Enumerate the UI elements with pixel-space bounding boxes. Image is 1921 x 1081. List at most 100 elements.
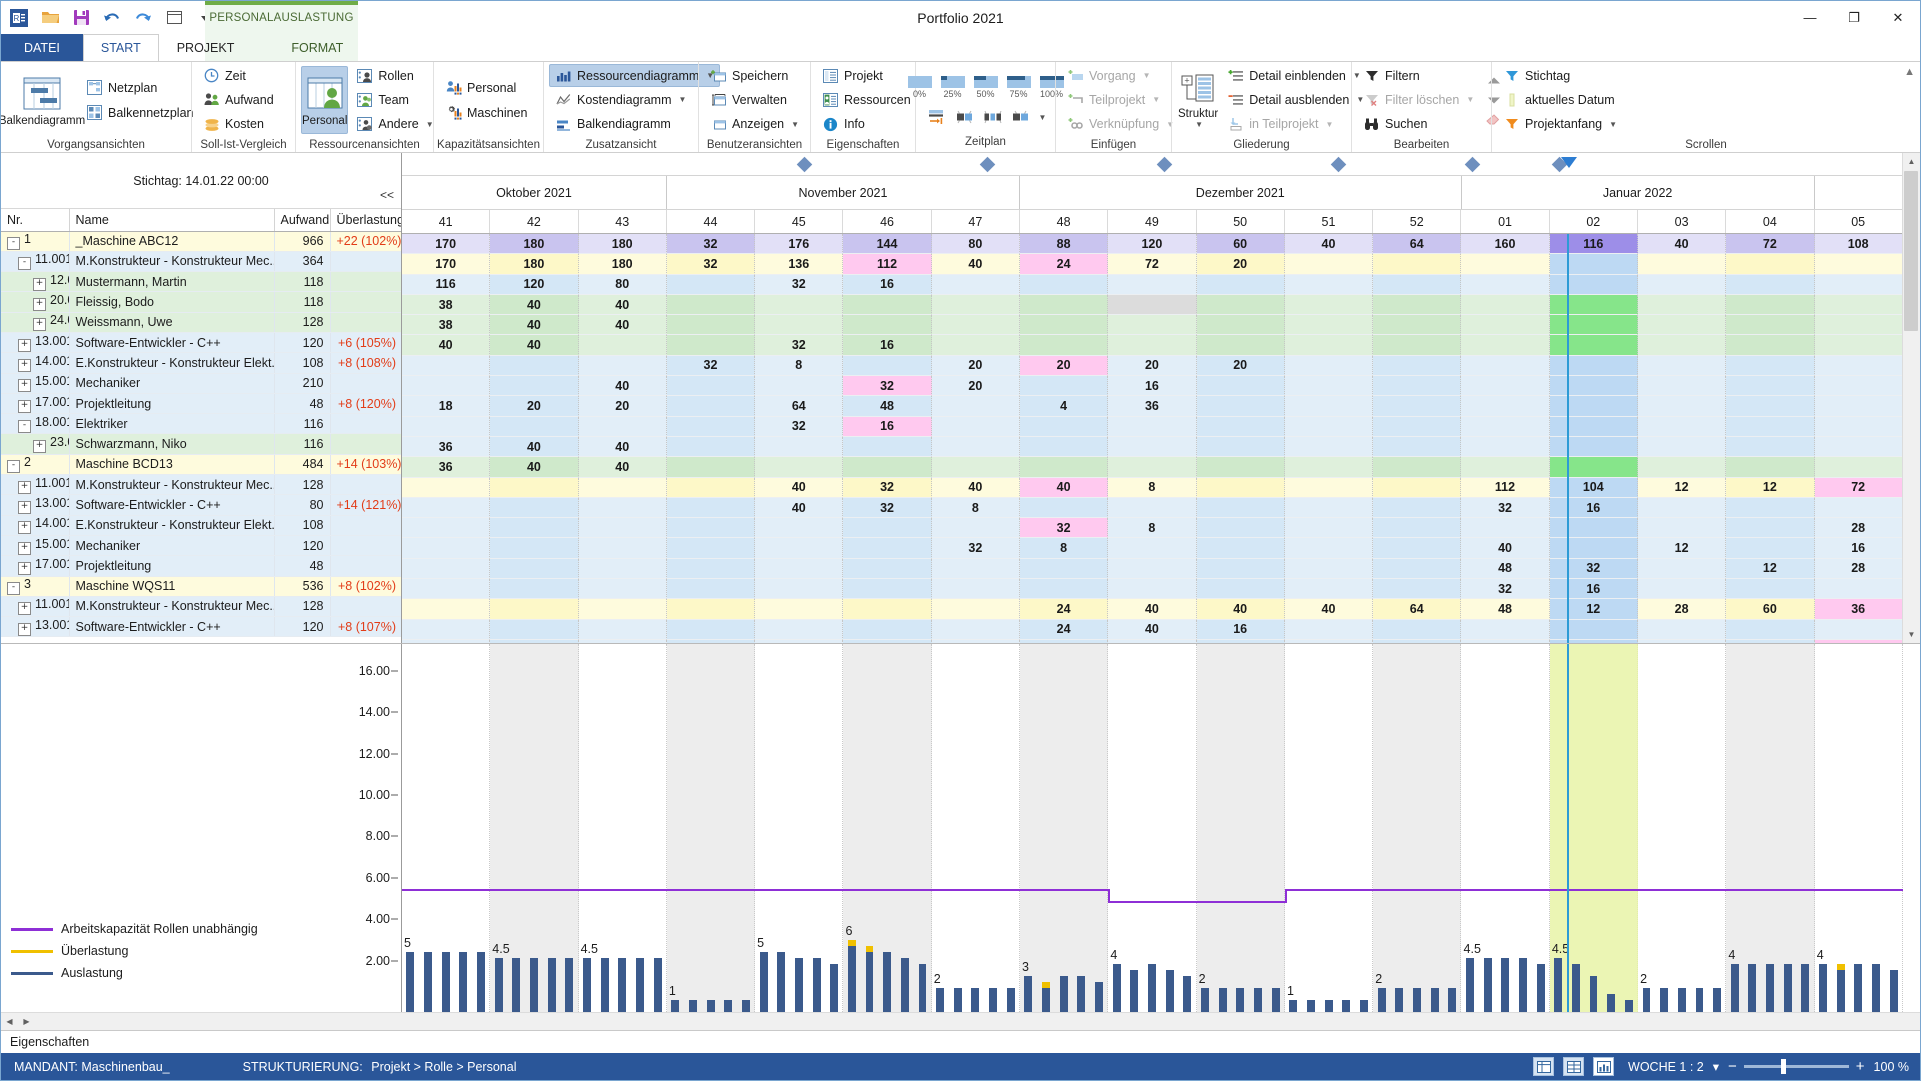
timeline-cell[interactable]: 40 xyxy=(1284,234,1374,255)
tab-format[interactable]: FORMAT xyxy=(273,34,361,61)
timeline-cell[interactable] xyxy=(1461,274,1550,295)
timeline-cell[interactable]: 24 xyxy=(1019,599,1109,620)
timeline-cell[interactable] xyxy=(1196,274,1285,295)
timeline-cell[interactable]: 32 xyxy=(1461,579,1550,600)
timeline-cell[interactable] xyxy=(666,579,756,600)
timeline-cell[interactable] xyxy=(1373,315,1462,336)
collapse-toggle-icon[interactable]: - xyxy=(7,460,20,474)
chevron-down-icon[interactable]: ▼ xyxy=(1326,120,1334,129)
tab-projekt[interactable]: PROJEKT xyxy=(159,34,253,61)
timeline-cell[interactable] xyxy=(490,538,579,559)
table-row[interactable]: +20.01Fleissig, Bodo118 xyxy=(1,291,401,313)
timeline-cell[interactable] xyxy=(843,558,932,580)
timeline-cell[interactable]: 136 xyxy=(755,254,844,275)
timeline-cell[interactable]: 40 xyxy=(578,315,667,336)
save-icon[interactable] xyxy=(70,7,92,29)
timeline-cell[interactable] xyxy=(931,457,1020,478)
table-row[interactable]: -1 _Maschine ABC12 966 +22 (102%) xyxy=(1,231,401,252)
timeline-cell[interactable] xyxy=(402,518,491,539)
timeline-cell[interactable] xyxy=(1196,376,1285,397)
team-button[interactable]: Team xyxy=(350,88,439,111)
timeline-cell[interactable] xyxy=(931,294,1020,316)
timeline-cell[interactable]: 16 xyxy=(1549,579,1638,600)
timeline-cell[interactable] xyxy=(1373,497,1462,519)
expand-toggle-icon[interactable]: + xyxy=(18,399,31,413)
tab-datei[interactable]: DATEI xyxy=(1,34,83,61)
timeline-cell[interactable]: 120 xyxy=(1108,234,1197,255)
timeline-cell[interactable] xyxy=(1373,538,1462,559)
timeline-cell[interactable] xyxy=(1726,619,1815,640)
timeline-cell[interactable]: 40 xyxy=(490,457,579,478)
timeline-cell[interactable]: 8 xyxy=(755,355,844,377)
timeline-cell[interactable] xyxy=(1196,457,1285,478)
timeline-cell[interactable] xyxy=(1019,579,1109,600)
collapse-toggle-icon[interactable]: - xyxy=(7,582,20,596)
scroll-thumb[interactable] xyxy=(1904,171,1918,331)
timeline-cell[interactable] xyxy=(1373,396,1462,417)
timeline-cell[interactable] xyxy=(578,579,667,600)
personal-view-button[interactable]: Personal xyxy=(301,66,349,134)
timeline-cell[interactable] xyxy=(1284,497,1374,519)
timeline-cell[interactable] xyxy=(1108,294,1197,316)
zoom-slider[interactable]: − + xyxy=(1728,1058,1865,1075)
timeline-cell[interactable] xyxy=(666,538,756,559)
close-button[interactable]: ✕ xyxy=(1876,1,1920,34)
filter-loeschen-button[interactable]: Filter löschen ▼ xyxy=(1357,88,1480,111)
timeline-cell[interactable] xyxy=(402,497,491,519)
timeline-cell[interactable] xyxy=(1373,335,1462,356)
tab-start[interactable]: START xyxy=(82,34,159,61)
stichtag-button[interactable]: Stichtag xyxy=(1497,64,1623,87)
timeline-cell[interactable] xyxy=(1196,436,1285,458)
timeline-cell[interactable]: 16 xyxy=(1108,376,1197,397)
timeline-cell[interactable]: 12 xyxy=(1726,558,1815,580)
timeline-cell[interactable] xyxy=(666,477,756,498)
timeline-cell[interactable]: 24 xyxy=(1019,619,1109,640)
timeline-cell[interactable]: 12 xyxy=(1637,538,1727,559)
open-folder-icon[interactable] xyxy=(39,7,61,29)
timeline-cell[interactable]: 144 xyxy=(843,234,932,255)
timeline-cell[interactable] xyxy=(1549,436,1638,458)
projektanfang-button[interactable]: Projektanfang ▼ xyxy=(1497,113,1623,136)
timeline-cell[interactable] xyxy=(843,355,932,377)
col-header-nr[interactable]: Nr. xyxy=(1,209,70,232)
detail-einblenden-button[interactable]: Detail einblenden ▼ xyxy=(1221,64,1370,87)
table-row[interactable]: -2 Maschine BCD13 484 +14 (103%) xyxy=(1,454,401,476)
timeline-cell[interactable] xyxy=(1196,538,1285,559)
undo-icon[interactable] xyxy=(101,7,123,29)
timeline-cell[interactable] xyxy=(1196,335,1285,356)
expand-toggle-icon[interactable]: + xyxy=(18,622,31,636)
timeline-cell[interactable]: 72 xyxy=(1726,234,1815,255)
timeline-cell[interactable]: 48 xyxy=(1461,558,1550,580)
timeline-cell[interactable]: 16 xyxy=(843,416,932,437)
chevron-down-icon[interactable]: ▼ xyxy=(1039,113,1047,122)
timeline-cell[interactable]: 116 xyxy=(1549,234,1638,255)
redo-icon[interactable] xyxy=(132,7,154,29)
timeline-cell[interactable] xyxy=(402,538,491,559)
timeline-cell[interactable] xyxy=(1284,477,1374,498)
timeline-cell[interactable] xyxy=(402,376,491,397)
timeline-cell[interactable] xyxy=(666,294,756,316)
anzeigen-view-button[interactable]: Anzeigen ▼ xyxy=(704,113,805,136)
timeline-cell[interactable]: 20 xyxy=(490,396,579,417)
timeline-cell[interactable] xyxy=(1549,396,1638,417)
timeline-cell[interactable] xyxy=(1637,396,1727,417)
timeline-cell[interactable]: 40 xyxy=(755,497,844,519)
timeline-cell[interactable] xyxy=(1373,619,1462,640)
col-header-name[interactable]: Name xyxy=(69,209,275,232)
timeline-cell[interactable]: 180 xyxy=(490,234,579,255)
timeline-cell[interactable]: 16 xyxy=(1373,639,1462,643)
timeline-cell[interactable] xyxy=(755,639,844,643)
scroll-down-arrow-icon[interactable]: ▼ xyxy=(1903,626,1920,643)
timeline-cell[interactable]: 180 xyxy=(578,254,667,275)
timeline-cell[interactable] xyxy=(666,376,756,397)
view-grid-icon[interactable] xyxy=(1563,1057,1585,1076)
timeline-cell[interactable]: 32 xyxy=(843,477,932,498)
timeline-cell[interactable]: 32 xyxy=(666,254,756,275)
timeline-cell[interactable]: 160 xyxy=(1461,234,1550,255)
timeline-cell[interactable] xyxy=(1726,436,1815,458)
status-scale[interactable]: WOCHE 1 : 2 xyxy=(1628,1060,1704,1074)
table-row[interactable]: +11.001 M.Konstrukteur - Konstrukteur Mec… xyxy=(1,474,401,496)
timeline-cell[interactable] xyxy=(1637,315,1727,336)
timeline-cell[interactable] xyxy=(1726,416,1815,437)
ressourcendiagramm-button[interactable]: Ressourcendiagramm ▼ xyxy=(549,64,721,88)
